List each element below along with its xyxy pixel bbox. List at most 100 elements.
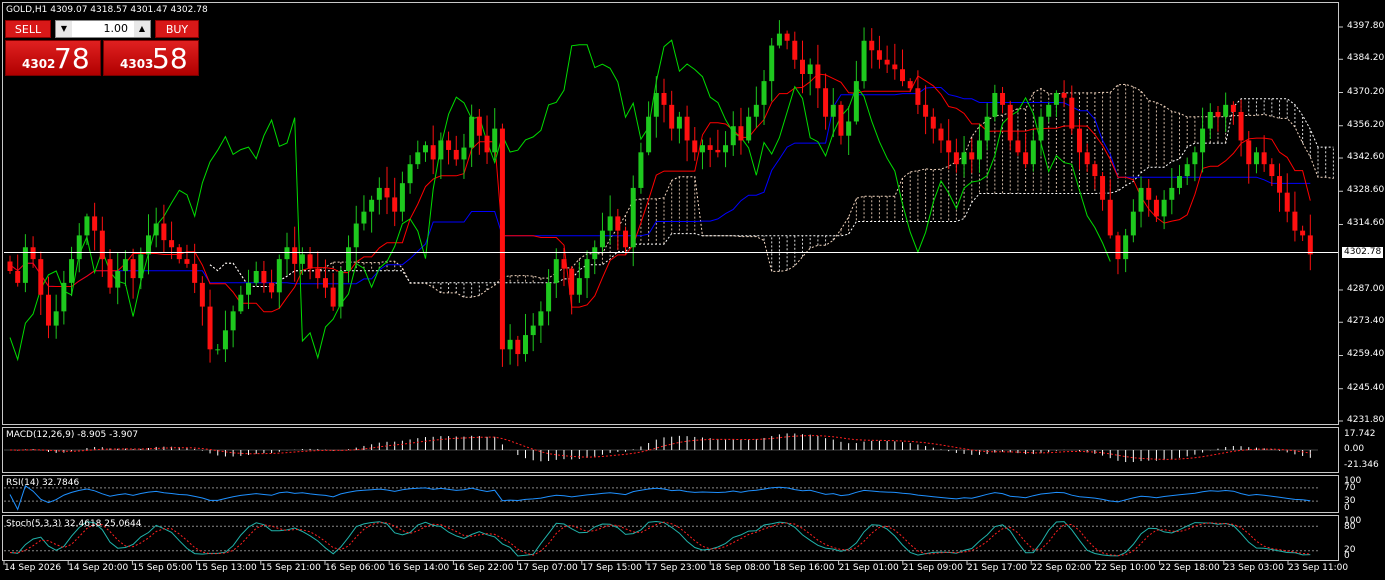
candle-body xyxy=(1230,104,1236,112)
candle-body xyxy=(1123,235,1129,260)
candle-body xyxy=(346,247,352,271)
candle-body xyxy=(1246,140,1252,165)
candle-body xyxy=(615,216,621,231)
candle-body xyxy=(176,247,182,260)
time-axis-label: 15 Sep 21:00 xyxy=(260,563,321,573)
candle-body xyxy=(492,128,498,153)
candle-body xyxy=(238,294,244,312)
candle-body xyxy=(530,325,536,336)
candle-body xyxy=(99,230,105,260)
price-axis-label: 4370.20 xyxy=(1347,86,1385,97)
rsi-label: RSI(14) 32.7846 xyxy=(6,478,80,488)
candle-body xyxy=(584,259,590,279)
candle-body xyxy=(538,311,544,326)
candle-body xyxy=(976,140,982,160)
candle-body xyxy=(823,88,829,117)
candle-body xyxy=(276,259,282,293)
candle-body xyxy=(761,81,767,105)
candle-body xyxy=(1177,176,1183,188)
candle-body xyxy=(1061,92,1067,98)
candle-body xyxy=(207,306,213,350)
candle-body xyxy=(1146,187,1152,200)
candle-body xyxy=(1284,192,1290,212)
candle-body xyxy=(523,335,529,355)
candle-body xyxy=(1192,152,1198,165)
price-axis-label: 4384.20 xyxy=(1347,53,1385,64)
current-price-tag: 4302.78 xyxy=(1342,246,1384,258)
candle-body xyxy=(792,40,798,60)
candle-body xyxy=(338,270,344,307)
bid-price-prefix: 4302 xyxy=(22,57,56,71)
time-axis-label: 18 Sep 16:00 xyxy=(774,563,835,573)
candle-body xyxy=(399,183,405,212)
candle-body xyxy=(553,259,559,283)
time-axis-label: 23 Sep 03:00 xyxy=(1223,563,1284,573)
candle-body xyxy=(145,235,151,255)
rsi-axis-0: 0 xyxy=(1344,503,1350,513)
candle-body xyxy=(1069,97,1075,129)
candle-body xyxy=(807,64,813,74)
candle-body xyxy=(1223,104,1229,117)
candle-body xyxy=(322,278,328,288)
candle-body xyxy=(799,59,805,74)
candle-body xyxy=(415,152,421,165)
candle-body xyxy=(422,145,428,153)
candle-body xyxy=(1184,164,1190,177)
candle-body xyxy=(330,287,336,307)
lot-increase-icon[interactable]: ▲ xyxy=(134,21,150,37)
macd-axis-zero: 0.00 xyxy=(1344,444,1365,454)
sell-button[interactable]: SELL xyxy=(5,20,51,38)
candle-body xyxy=(222,330,228,350)
candle-body xyxy=(1023,152,1029,165)
candle-body xyxy=(1015,140,1021,153)
lot-decrease-icon[interactable]: ▼ xyxy=(56,21,72,37)
candle-body xyxy=(1261,152,1267,165)
bid-price-button[interactable]: 4302 78 xyxy=(5,40,101,76)
candle-body xyxy=(1300,230,1306,236)
symbol-header: GOLD,H1 4309.07 4318.57 4301.47 4302.78 xyxy=(6,5,208,15)
candle-body xyxy=(753,104,759,117)
candle-body xyxy=(1253,152,1259,165)
candle-body xyxy=(192,263,198,283)
price-axis-label: 4273.40 xyxy=(1347,316,1385,327)
candle-body xyxy=(1161,199,1167,217)
candle-body xyxy=(769,45,775,82)
candle-body xyxy=(184,259,190,264)
candle-body xyxy=(469,116,475,148)
candle-body xyxy=(623,230,629,248)
time-axis-label: 14 Sep 20:00 xyxy=(68,563,129,573)
candle-body xyxy=(1153,199,1159,217)
candle-body xyxy=(169,240,175,248)
price-axis-label: 4245.40 xyxy=(1347,382,1385,393)
candle-body xyxy=(730,126,736,146)
ask-price-button[interactable]: 4303 58 xyxy=(103,40,199,76)
candle-body xyxy=(546,282,552,312)
time-axis-label: 17 Sep 07:00 xyxy=(517,563,578,573)
rsi-axis-70: 70 xyxy=(1344,483,1356,493)
time-axis-label: 17 Sep 15:00 xyxy=(581,563,642,573)
candle-body xyxy=(907,81,913,89)
kijun-sen-line xyxy=(9,87,1311,287)
buy-button[interactable]: BUY xyxy=(155,20,199,38)
candle-body xyxy=(453,149,459,160)
candle-body xyxy=(599,230,605,248)
candle-body xyxy=(369,199,375,212)
lot-size-stepper[interactable]: ▼ 1.00 ▲ xyxy=(55,20,151,38)
candle-body xyxy=(738,126,744,141)
candle-body xyxy=(38,259,44,295)
candle-body xyxy=(1046,104,1052,117)
candle-body xyxy=(784,33,790,41)
lot-size-input[interactable]: 1.00 xyxy=(74,21,132,37)
candle-body xyxy=(307,254,313,269)
time-axis-label: 16 Sep 06:00 xyxy=(325,563,386,573)
macd-axis-bottom: -21.346 xyxy=(1344,460,1379,470)
candle-body xyxy=(1076,128,1082,153)
candle-body xyxy=(676,116,682,129)
candle-body xyxy=(284,247,290,260)
candle-body xyxy=(1215,111,1221,117)
candle-body xyxy=(1084,152,1090,165)
candle-body xyxy=(1092,164,1098,177)
candle-body xyxy=(1292,211,1298,231)
time-axis-label: 21 Sep 01:00 xyxy=(838,563,899,573)
candle-body xyxy=(1307,235,1313,255)
